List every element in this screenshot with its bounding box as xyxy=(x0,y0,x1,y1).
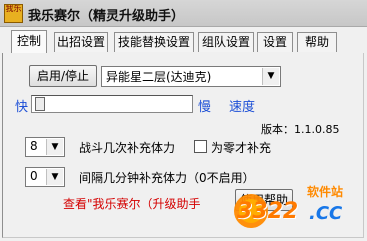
watermark-domain: .CC xyxy=(309,203,343,224)
map-select-value: 异能星二层(达迪克) xyxy=(106,70,212,84)
window-title: 我乐赛尔（精灵升级助手） xyxy=(28,9,185,24)
speed-slider[interactable] xyxy=(31,95,193,113)
map-select[interactable]: 异能星二层(达迪克) ▼ xyxy=(101,66,281,87)
footer-link[interactable]: 查看"我乐赛尔（升级助手 xyxy=(63,195,201,212)
app-window: 我乐 我乐赛尔（精灵升级助手） 控制 出招设置 技能替换设置 组队设置 设置 帮… xyxy=(0,0,367,241)
tab-bar: 控制 出招设置 技能替换设置 组队设置 设置 帮助 xyxy=(0,30,367,53)
battle-count-select[interactable]: 8 ▼ xyxy=(25,137,65,157)
speed-title: 速度 xyxy=(229,100,256,115)
start-stop-button[interactable]: 启用/停止 xyxy=(29,65,97,87)
tab-skill-replace-settings[interactable]: 技能替换设置 xyxy=(114,32,194,52)
tab-settings[interactable]: 设置 xyxy=(257,32,293,52)
chevron-down-icon[interactable]: ▼ xyxy=(262,68,279,85)
title-bar[interactable]: 我乐 我乐赛尔（精灵升级助手） xyxy=(0,0,367,27)
speed-fast-label: 快 xyxy=(15,100,29,115)
interval-value: 0 xyxy=(30,169,38,183)
tab-team-settings[interactable]: 组队设置 xyxy=(198,32,254,52)
watermark-number: 3322 xyxy=(237,199,299,224)
speed-slow-label: 慢 xyxy=(198,100,212,115)
chevron-down-icon[interactable]: ▼ xyxy=(46,139,63,155)
interval-select[interactable]: 0 ▼ xyxy=(25,167,65,187)
version-label: 版本：1.1.0.85 xyxy=(261,123,340,136)
battle-count-label: 战斗几次补充体力 xyxy=(79,141,176,155)
tab-attack-settings[interactable]: 出招设置 xyxy=(54,32,108,52)
zero-only-checkbox[interactable] xyxy=(194,140,207,153)
watermark-text: 软件站 xyxy=(307,185,344,199)
speed-slider-thumb[interactable] xyxy=(35,97,45,111)
tab-control[interactable]: 控制 xyxy=(11,30,47,53)
app-icon: 我乐 xyxy=(4,4,23,23)
chevron-down-icon[interactable]: ▼ xyxy=(46,169,63,185)
battle-count-value: 8 xyxy=(30,139,38,153)
tab-help[interactable]: 帮助 xyxy=(297,32,337,52)
zero-only-label: 为零才补充 xyxy=(211,141,272,155)
site-watermark: 软件站 3322 .CC xyxy=(229,181,361,237)
